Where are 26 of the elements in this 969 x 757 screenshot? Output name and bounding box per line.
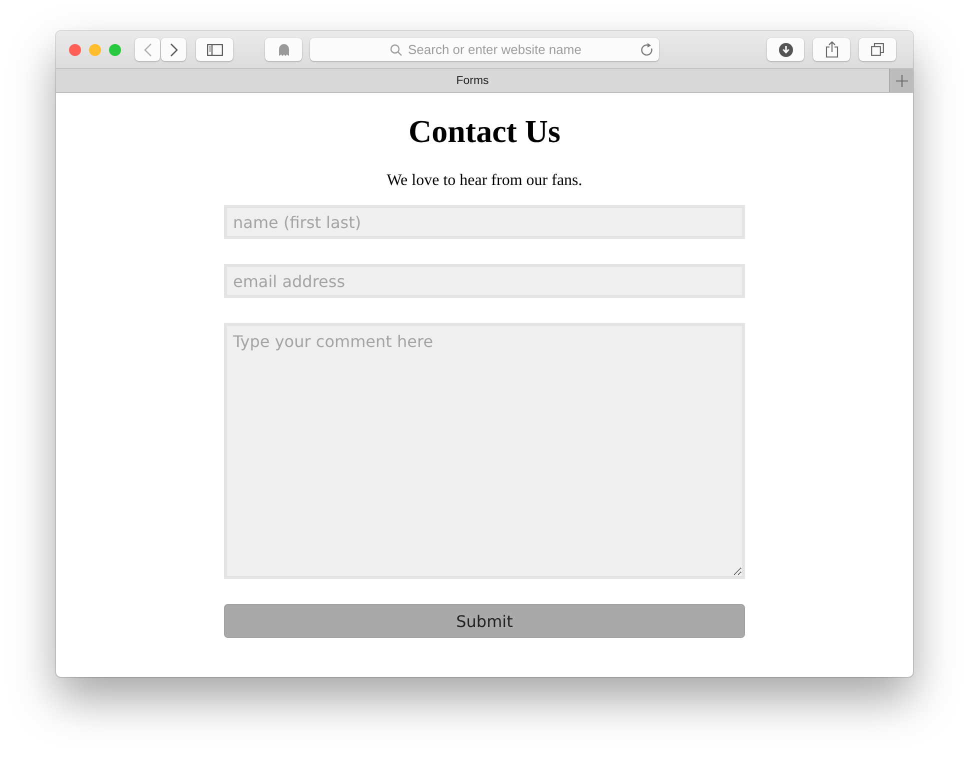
privacy-button[interactable]	[265, 38, 302, 61]
plus-icon	[896, 74, 908, 86]
new-tab-button[interactable]	[889, 69, 913, 92]
search-icon	[390, 44, 402, 56]
tabs-overview-button[interactable]	[859, 38, 896, 61]
close-button[interactable]	[69, 44, 81, 56]
ghost-icon	[278, 42, 290, 56]
text-field[interactable]: email address	[224, 264, 745, 298]
comment-field[interactable]: Type your comment here	[224, 323, 745, 579]
address-field[interactable]: Search or enter website name	[408, 42, 635, 57]
sidebar-button[interactable]	[196, 38, 233, 61]
share-icon	[824, 41, 838, 58]
chevron-right-icon	[170, 42, 178, 56]
forward-button[interactable]	[161, 38, 186, 61]
address-bar[interactable]: Search or enter website name	[310, 38, 659, 61]
downloads-button[interactable]	[767, 38, 804, 61]
text-field[interactable]: name (first last)	[224, 205, 745, 239]
page-heading: Contact Us	[408, 113, 560, 150]
share-button[interactable]	[813, 38, 850, 61]
reload-icon[interactable]	[641, 42, 654, 56]
sidebar-icon	[206, 44, 222, 56]
chevron-left-icon	[144, 42, 152, 56]
tabs-icon	[871, 43, 884, 56]
download-icon	[778, 42, 792, 56]
page-subtitle: We love to hear from our fans.	[386, 172, 582, 190]
submit-button[interactable]: Submit	[224, 604, 745, 638]
